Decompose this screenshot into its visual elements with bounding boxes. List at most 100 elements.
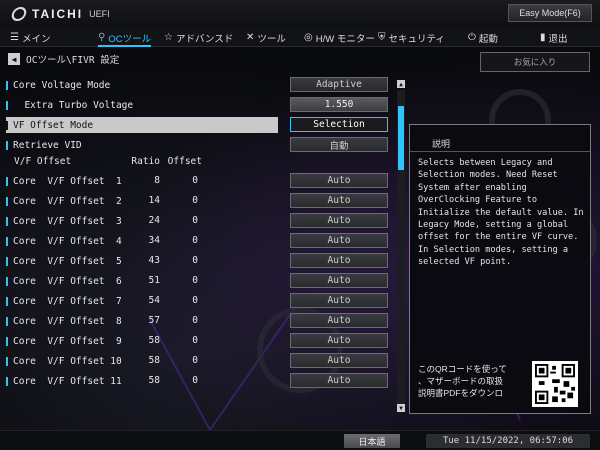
main-nav: ☰ メイン ⚲ OCツール ☆ アドバンスド ✕ ツール ◎ H/W モニター … <box>0 28 600 47</box>
footer: 日本語 Tue 11/15/2022, 06:57:06 <box>0 430 600 450</box>
table-row-label: Core V/F Offset 1 <box>13 175 122 187</box>
language-button[interactable]: 日本語 <box>344 434 400 448</box>
row-marker <box>6 100 8 110</box>
scrollbar-thumb[interactable] <box>398 106 404 170</box>
top-bar: TAICHI UEFI Easy Mode(F6) <box>0 0 600 28</box>
row-marker <box>6 376 8 386</box>
tab-main-label: メイン <box>21 33 51 45</box>
table-cell-offset: 0 <box>192 315 198 326</box>
tab-tool[interactable]: ✕ ツール <box>246 28 286 47</box>
tab-exit[interactable]: ▮ 退出 <box>540 28 568 47</box>
table-cell-offset: 0 <box>192 275 198 286</box>
table-cell-offset: 0 <box>192 235 198 246</box>
help-panel: 説明 Selects between Legacy and Selection … <box>409 124 591 414</box>
table-row-label: Core V/F Offset 8 <box>13 315 122 327</box>
setting-label: Core Voltage Mode <box>13 79 111 91</box>
logo-sub: UEFI <box>89 9 110 19</box>
scroll-down-arrow-icon[interactable]: ▼ <box>397 404 405 412</box>
table-cell-ratio: 34 <box>148 235 160 246</box>
table-row-label: Core V/F Offset 11 <box>13 375 122 387</box>
table-row-label: Core V/F Offset 7 <box>13 295 122 307</box>
column-header-name: V/F Offset <box>14 156 72 167</box>
scroll-up-arrow-icon[interactable]: ▲ <box>397 80 405 88</box>
setting-label: Retrieve VID <box>13 139 82 151</box>
table-cell-ratio: 58 <box>148 375 160 386</box>
extra-turbo-voltage-value[interactable]: 1.550 <box>290 97 388 112</box>
tab-exit-label: 退出 <box>548 33 568 45</box>
retrieve-vid-value[interactable]: 自動 <box>290 137 388 152</box>
table-row-label: Core V/F Offset 6 <box>13 275 122 287</box>
table-row-label: Core V/F Offset 5 <box>13 255 122 267</box>
vf-offset-mode-value[interactable]: Selection <box>290 117 388 132</box>
wrench-icon: ✕ <box>246 32 255 43</box>
tab-boot[interactable]: ⏻ 起動 <box>468 28 498 47</box>
star-icon: ☆ <box>164 32 173 43</box>
table-cell-value[interactable]: Auto <box>290 213 388 228</box>
table-cell-offset: 0 <box>192 355 198 366</box>
table-cell-ratio: 14 <box>148 195 160 206</box>
tab-advanced-label: アドバンスド <box>175 33 234 45</box>
table-row-label: Core V/F Offset 3 <box>13 215 122 227</box>
table-cell-value[interactable]: Auto <box>290 373 388 388</box>
tab-main[interactable]: ☰ メイン <box>10 28 50 47</box>
table-row-label: Core V/F Offset 4 <box>13 235 122 247</box>
table-cell-value[interactable]: Auto <box>290 353 388 368</box>
row-marker <box>6 356 8 366</box>
table-cell-ratio: 54 <box>148 295 160 306</box>
setting-vf-offset-mode[interactable]: VF Offset Mode <box>6 117 278 133</box>
table-cell-offset: 0 <box>192 375 198 386</box>
help-title: 説明 <box>432 139 451 149</box>
row-marker <box>6 316 8 326</box>
qr-code-graphic <box>535 364 575 404</box>
column-header-offset: Offset <box>167 156 202 167</box>
tab-boot-label: 起動 <box>478 33 498 45</box>
logo-text: TAICHI <box>32 7 84 21</box>
table-cell-ratio: 43 <box>148 255 160 266</box>
table-row-label: Core V/F Offset 10 <box>13 355 122 367</box>
core-voltage-mode-value[interactable]: Adaptive <box>290 77 388 92</box>
logo: TAICHI UEFI <box>10 7 110 21</box>
tab-security[interactable]: ⛨ セキュリティ <box>378 28 445 47</box>
table-cell-value[interactable]: Auto <box>290 273 388 288</box>
qr-code-icon <box>532 361 578 407</box>
tab-hw-monitor-label: H/W モニター <box>315 33 375 45</box>
setting-core-voltage-mode[interactable]: Core Voltage Mode <box>6 77 278 93</box>
power-icon: ⏻ <box>468 32 476 43</box>
tab-oc-tools[interactable]: ⚲ OCツール <box>98 28 152 47</box>
tab-hw-monitor[interactable]: ◎ H/W モニター <box>304 28 375 47</box>
breadcrumb-text: OCツール\FIVR 設定 <box>26 55 120 66</box>
setting-retrieve-vid[interactable]: Retrieve VID <box>6 137 278 153</box>
table-cell-value[interactable]: Auto <box>290 253 388 268</box>
table-cell-ratio: 57 <box>148 315 160 326</box>
qr-description: このQRコードを使って 、マザーボードの取扱 説明書PDFをダウンロ <box>418 364 507 398</box>
shield-icon: ⛨ <box>378 32 386 43</box>
taichi-logo-icon <box>10 7 28 21</box>
breadcrumb: ◀ OCツール\FIVR 設定 <box>8 52 119 66</box>
help-divider <box>410 151 590 152</box>
table-cell-value[interactable]: Auto <box>290 313 388 328</box>
row-marker <box>6 80 8 90</box>
exit-icon: ▮ <box>540 32 546 43</box>
table-cell-offset: 0 <box>192 195 198 206</box>
monitor-icon: ◎ <box>304 32 313 43</box>
favorites-button[interactable]: お気に入り <box>480 52 590 72</box>
rocket-icon: ⚲ <box>98 32 106 43</box>
table-cell-value[interactable]: Auto <box>290 333 388 348</box>
setting-extra-turbo-voltage[interactable]: Extra Turbo Voltage <box>6 97 278 113</box>
easy-mode-button[interactable]: Easy Mode(F6) <box>508 4 592 22</box>
table-cell-value[interactable]: Auto <box>290 193 388 208</box>
row-marker <box>6 276 8 286</box>
table-cell-value[interactable]: Auto <box>290 173 388 188</box>
table-cell-value[interactable]: Auto <box>290 233 388 248</box>
table-cell-value[interactable]: Auto <box>290 293 388 308</box>
table-cell-ratio: 58 <box>148 355 160 366</box>
table-cell-offset: 0 <box>192 215 198 226</box>
tab-advanced[interactable]: ☆ アドバンスド <box>164 28 233 47</box>
back-arrow-icon[interactable]: ◀ <box>8 53 20 65</box>
table-cell-offset: 0 <box>192 175 198 186</box>
row-marker <box>6 196 8 206</box>
tab-tool-label: ツール <box>257 33 286 45</box>
table-cell-offset: 0 <box>192 335 198 346</box>
table-cell-ratio: 51 <box>148 275 160 286</box>
row-marker <box>6 176 8 186</box>
